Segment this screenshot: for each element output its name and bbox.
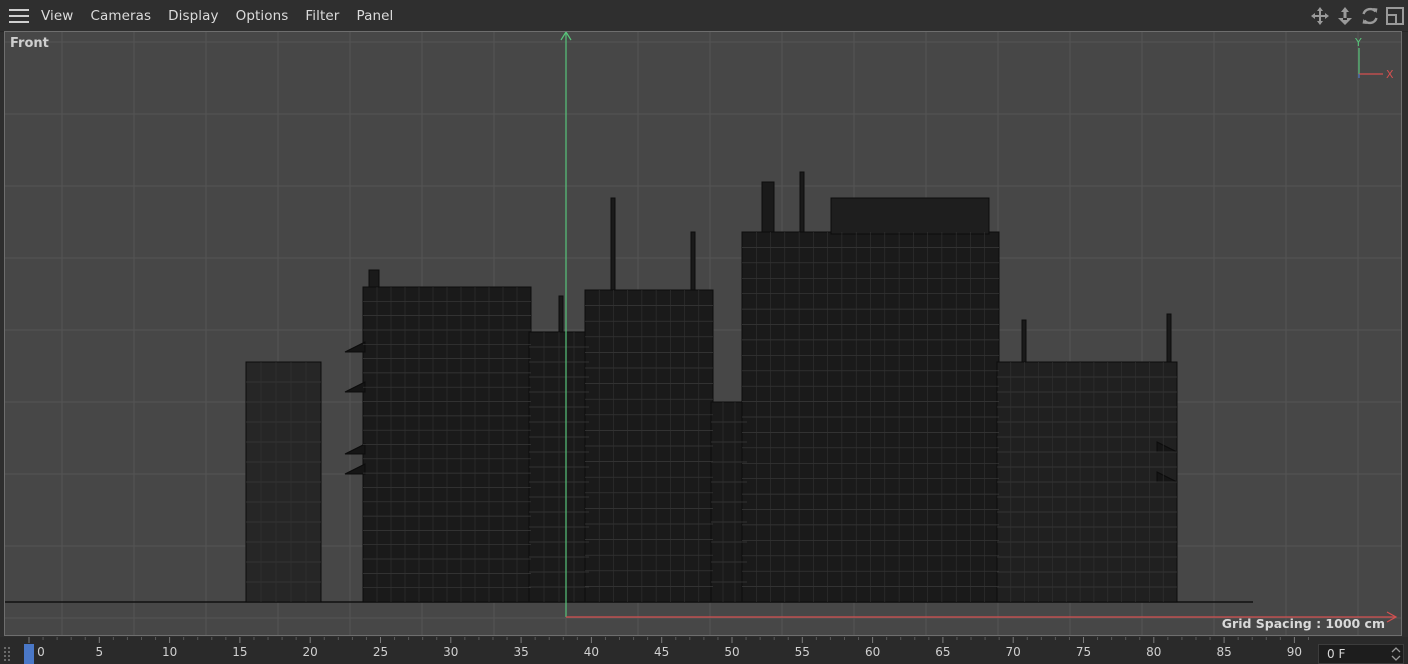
timeline-tick-label: 55 — [794, 645, 810, 659]
timeline-tick-label: 90 — [1286, 645, 1303, 659]
timeline-ticks-canvas — [4, 637, 1309, 664]
viewport-canvas: Y X — [5, 32, 1401, 635]
rotate-view-icon[interactable] — [1358, 4, 1382, 28]
timeline-tick-label: 70 — [1005, 645, 1021, 659]
timeline-tick-label: 60 — [864, 645, 881, 659]
awning — [344, 463, 366, 475]
move-view-icon[interactable] — [1308, 4, 1332, 28]
menu-cameras[interactable]: Cameras — [82, 0, 160, 32]
view-name-label: Front — [10, 36, 49, 51]
hamburger-menu-icon[interactable] — [0, 0, 38, 32]
timeline-ruler[interactable]: 0 5 10 15 20 25 30 35 40 45 50 55 60 65 70 75 80 85 90 0 F — [0, 637, 1408, 664]
building-6 — [996, 313, 1178, 603]
gizmo-y-label: Y — [1354, 36, 1362, 49]
timeline-tick-label: 65 — [935, 645, 951, 659]
city-buildings-model — [245, 171, 1178, 603]
menu-display[interactable]: Display — [160, 0, 227, 32]
timeline-tick-label: 45 — [654, 645, 670, 659]
menu-options[interactable]: Options — [227, 0, 297, 32]
timeline-tick-label: 85 — [1216, 645, 1232, 659]
menu-view[interactable]: View — [38, 0, 82, 32]
current-frame-field[interactable]: 0 F — [1318, 644, 1404, 664]
timeline-tick-label: 20 — [302, 645, 318, 659]
dolly-view-icon[interactable] — [1333, 4, 1357, 28]
timeline-tick-label: 10 — [161, 645, 178, 659]
switch-view-icon[interactable] — [1383, 4, 1407, 28]
grid-spacing-label: Grid Spacing : 1000 cm — [1221, 616, 1385, 631]
view-navigation-icons — [1308, 0, 1408, 32]
timeline-tick-label: 35 — [513, 645, 529, 659]
building-4 — [584, 197, 714, 603]
timeline-tick-label: 15 — [232, 645, 248, 659]
current-frame-value: 0 F — [1327, 647, 1346, 661]
timeline-grip-icon[interactable] — [4, 647, 10, 661]
timeline-tick-marks — [28, 637, 1309, 643]
menu-filter[interactable]: Filter — [297, 0, 348, 32]
timeline-tick-label: 75 — [1075, 645, 1092, 659]
menu-panel[interactable]: Panel — [348, 0, 402, 32]
axis-orientation-gizmo: Y X — [1354, 36, 1394, 81]
gizmo-x-label: X — [1386, 68, 1394, 81]
frame-spinner-icon[interactable] — [1391, 646, 1401, 662]
front-viewport[interactable]: Y X Front Grid Spacing : 1000 cm — [4, 31, 1402, 636]
timeline-playhead[interactable] — [24, 644, 34, 664]
timeline-tick-label: 5 — [95, 645, 104, 659]
timeline-tick-label: 25 — [372, 645, 389, 659]
timeline-tick-label: 40 — [583, 645, 600, 659]
awning — [344, 341, 366, 353]
awning — [344, 381, 366, 393]
timeline-tick-label: 80 — [1146, 645, 1162, 659]
timeline-tick-label: 0 — [37, 645, 45, 659]
awning — [344, 443, 366, 455]
timeline-tick-label: 50 — [724, 645, 740, 659]
viewport-menubar: View Cameras Display Options Filter Pane… — [0, 0, 1408, 32]
timeline-tick-label: 30 — [443, 645, 459, 659]
